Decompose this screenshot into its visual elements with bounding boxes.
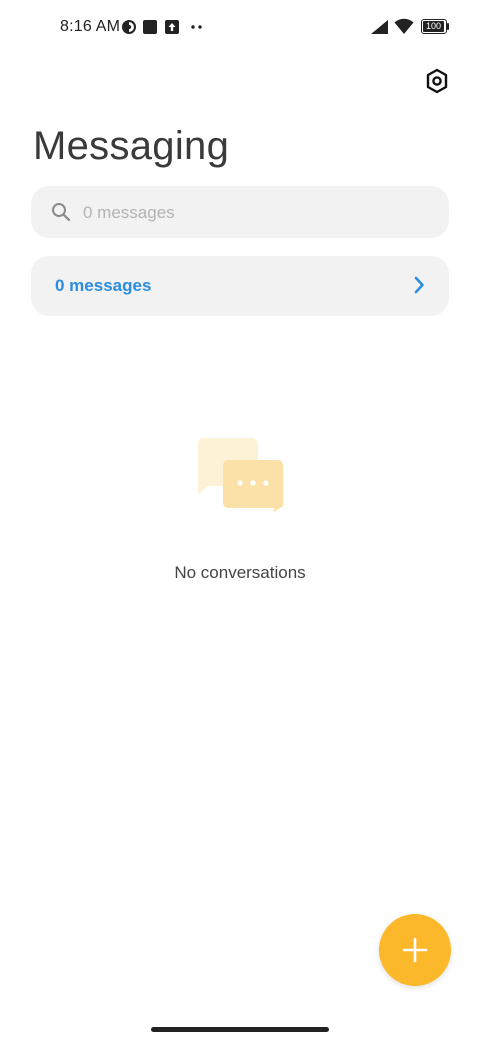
cell-signal-icon xyxy=(371,20,388,34)
upload-icon xyxy=(165,20,179,34)
new-conversation-button[interactable] xyxy=(379,914,451,986)
data-saver-icon xyxy=(122,20,136,34)
settings-button[interactable] xyxy=(420,64,454,98)
search-bar[interactable] xyxy=(31,186,449,240)
chevron-right-icon xyxy=(414,276,424,294)
status-time: 8:16 AM xyxy=(60,18,121,35)
search-icon xyxy=(52,203,71,222)
status-bar: 8:16 AM 100 xyxy=(0,0,480,56)
messages-row[interactable]: 0 messages xyxy=(31,256,449,316)
battery-level: 100 xyxy=(425,21,442,31)
square-notification-icon xyxy=(143,20,157,34)
plus-icon xyxy=(402,937,428,963)
settings-gear-icon xyxy=(426,68,448,94)
more-dots-icon xyxy=(191,25,202,29)
page-title: Messaging xyxy=(33,124,230,168)
empty-state-text: No conversations xyxy=(174,563,306,582)
chat-bubbles-icon xyxy=(197,438,283,512)
search-input[interactable] xyxy=(81,186,435,240)
home-indicator[interactable] xyxy=(151,1027,329,1032)
battery-icon: 100 xyxy=(421,19,449,34)
messages-row-label: 0 messages xyxy=(55,276,152,295)
wifi-icon xyxy=(394,18,414,34)
